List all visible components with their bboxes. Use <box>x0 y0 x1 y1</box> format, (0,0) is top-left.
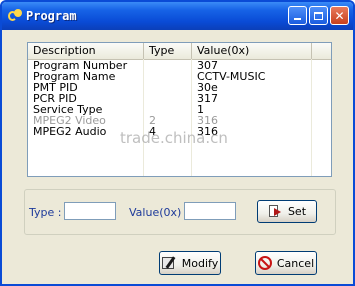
close-button[interactable]: ✕ <box>330 6 349 25</box>
cell-type: 2 <box>149 115 156 126</box>
minimize-button[interactable] <box>288 6 307 25</box>
column-divider <box>311 59 312 176</box>
cell-description: Program Number <box>33 60 128 71</box>
cancel-button[interactable]: Cancel <box>255 251 317 275</box>
cell-value: 316 <box>197 115 218 126</box>
cancel-circle-icon <box>257 256 272 270</box>
cell-type <box>144 104 192 115</box>
type-input[interactable] <box>64 202 116 220</box>
cell-description: MPEG2 Video <box>33 115 106 126</box>
cell-value: CCTV-MUSIC <box>197 71 266 82</box>
modify-button-label: Modify <box>181 256 219 270</box>
cell-value: 307 <box>197 60 218 71</box>
set-button[interactable]: Set <box>257 200 317 223</box>
type-label: Type : <box>29 206 62 219</box>
table-row[interactable]: PMT PID 30e <box>28 82 331 93</box>
cell-type <box>144 93 192 104</box>
table-header: Description Type Value(0x) <box>28 43 331 60</box>
table-row[interactable]: PCR PID 317 <box>28 93 331 104</box>
column-divider <box>191 59 192 176</box>
modify-button[interactable]: Modify <box>159 251 221 275</box>
watermark: trade.china.cn <box>120 129 228 147</box>
value-input[interactable] <box>184 202 236 220</box>
set-button-label: Set <box>287 205 307 218</box>
cancel-button-label: Cancel <box>276 256 315 270</box>
column-header-description[interactable]: Description <box>28 43 144 59</box>
window-controls: ✕ <box>288 6 349 25</box>
table-body: Program Number 307 Program Name CCTV-MUSIC P… <box>28 60 331 137</box>
cell-value: 1 <box>197 104 204 115</box>
table-row[interactable]: Service Type 1 <box>28 104 331 115</box>
modify-pencil-icon <box>161 256 177 270</box>
cell-value: 317 <box>197 93 218 104</box>
cell-description: PMT PID <box>33 82 78 93</box>
column-divider <box>143 59 144 176</box>
cell-description: Service Type <box>33 104 103 115</box>
cell-type <box>144 82 192 93</box>
maximize-icon <box>314 11 323 20</box>
value-label: Value(0x) : <box>129 206 189 219</box>
maximize-button[interactable] <box>309 6 328 25</box>
cell-type <box>144 60 192 71</box>
table-row[interactable]: Program Number 307 <box>28 60 331 71</box>
app-icon <box>8 9 22 23</box>
cell-value: 30e <box>197 82 218 93</box>
close-icon: ✕ <box>334 8 345 23</box>
set-arrow-icon <box>268 205 283 218</box>
title-bar[interactable]: Program ✕ <box>2 2 353 30</box>
column-header-type[interactable]: Type <box>144 43 192 59</box>
program-table[interactable]: Description Type Value(0x) Program Numbe… <box>27 42 332 177</box>
cell-type <box>144 71 192 82</box>
cell-description: Program Name <box>33 71 116 82</box>
window-title: Program <box>26 9 77 23</box>
table-row[interactable]: MPEG2 Video 2 316 <box>28 115 331 126</box>
table-row[interactable]: Program Name CCTV-MUSIC <box>28 71 331 82</box>
column-header-value[interactable]: Value(0x) <box>192 43 312 59</box>
column-header-filler <box>312 43 331 59</box>
minimize-icon <box>294 18 301 20</box>
cell-description: PCR PID <box>33 93 77 104</box>
program-dialog: Program ✕ Description Type Value(0x) Pro… <box>0 0 355 286</box>
